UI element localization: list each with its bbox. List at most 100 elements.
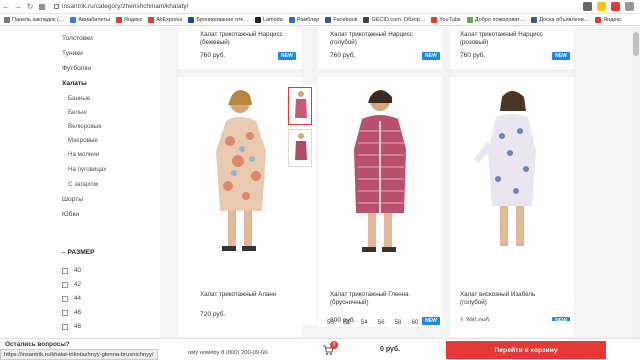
product-price: 720 руб. bbox=[200, 311, 226, 318]
bookmark-label: Яндекс bbox=[603, 16, 622, 23]
bookmark-item[interactable]: Бронирование оте… bbox=[188, 16, 249, 23]
category-link[interactable]: Футболки bbox=[62, 65, 91, 72]
product-title[interactable]: Халат трикотажный Нарцисс (голубой) bbox=[330, 31, 430, 47]
bookmark-label: YouTube bbox=[439, 16, 461, 23]
subcategory-link[interactable]: На пуговицах bbox=[68, 166, 106, 173]
scrollbar-thumb[interactable] bbox=[633, 32, 639, 56]
subcategory-link[interactable]: Велюровые bbox=[68, 123, 102, 130]
product-title[interactable]: Халат вискозный Изабель (голубой) bbox=[460, 291, 560, 307]
camera-icon[interactable] bbox=[583, 2, 592, 11]
extension-icon[interactable] bbox=[611, 2, 620, 11]
category-link[interactable]: Юбки bbox=[62, 211, 79, 218]
size-label[interactable]: 52 bbox=[344, 319, 351, 326]
questions-label[interactable]: Остались вопросы? bbox=[5, 341, 70, 348]
address-text: insantrik.ru/category/zhenshchinam/khala… bbox=[62, 3, 189, 10]
bookmark-item[interactable]: AliExpress bbox=[148, 16, 183, 23]
bookmark-item[interactable]: Добро пожаловат… bbox=[466, 16, 525, 23]
bookmark-item[interactable]: Панель закладок (… bbox=[4, 16, 65, 23]
apps-icon[interactable]: ▦ bbox=[36, 1, 48, 13]
subcategory-link[interactable]: На молнии bbox=[68, 151, 99, 158]
subcategory-link[interactable]: Банные bbox=[68, 95, 90, 102]
bookmark-item[interactable]: Доска объявлени… bbox=[531, 16, 590, 23]
product-card[interactable] bbox=[450, 321, 574, 337]
product-card[interactable]: Халат трикотажный Нарцисс (голубой) 760 … bbox=[318, 27, 442, 69]
page: Толстовки Туники Футболки Халаты Банные … bbox=[0, 27, 640, 360]
size-label[interactable]: 56 bbox=[378, 319, 385, 326]
size-option[interactable]: 44 bbox=[62, 295, 81, 302]
bookmark-icon bbox=[288, 16, 295, 23]
bookmark-item[interactable]: Lamoda bbox=[254, 16, 283, 23]
scrollbar[interactable] bbox=[632, 27, 640, 360]
bookmark-label: Lamoda bbox=[262, 16, 283, 23]
bookmark-label: AliExpress bbox=[156, 16, 183, 23]
size-label[interactable]: 50 bbox=[327, 319, 334, 326]
category-link[interactable]: Шорты bbox=[62, 196, 83, 203]
bookmark-item[interactable]: GECID.com: Обзор… bbox=[363, 16, 425, 23]
bookmark-label: Facebook bbox=[333, 16, 358, 23]
reload-icon[interactable]: ↻ bbox=[24, 1, 36, 13]
size-option[interactable]: 46 bbox=[62, 309, 81, 316]
forward-icon[interactable]: → bbox=[12, 1, 24, 13]
bookmark-item[interactable]: YouTube bbox=[431, 16, 461, 23]
bottom-bar: Остались вопросы? https://insantrik.ru/k… bbox=[0, 338, 640, 360]
thumbnail-strip bbox=[284, 85, 316, 325]
category-link[interactable]: Толстовки bbox=[62, 35, 93, 42]
back-icon[interactable]: ← bbox=[0, 1, 12, 13]
thumbnail[interactable] bbox=[288, 129, 312, 167]
product-title[interactable]: Халат трикотажный Гленна (брусничный) bbox=[330, 291, 430, 307]
checkbox[interactable] bbox=[62, 309, 68, 316]
checkbox[interactable] bbox=[62, 295, 68, 302]
bookmark-label: Доска объявлени… bbox=[539, 16, 590, 23]
product-grid: Халат трикотажный Нарцисс (бежевый) 760 … bbox=[172, 27, 612, 360]
subcategory-link[interactable]: С запахом bbox=[68, 181, 98, 188]
subcategory-link[interactable]: Белые bbox=[68, 109, 87, 116]
bookmark-icon bbox=[254, 16, 261, 23]
bookmark-icon bbox=[148, 16, 155, 23]
bookmark-icon bbox=[363, 16, 370, 23]
size-option[interactable]: 48 bbox=[62, 323, 81, 330]
bookmark-label: Яндекс bbox=[123, 16, 143, 23]
bookmark-icon bbox=[431, 16, 438, 23]
product-card[interactable]: Халат трикотажный Нарцисс (бежевый) 760 … bbox=[178, 27, 302, 69]
category-link[interactable]: Туники bbox=[62, 50, 83, 57]
bookmark-item[interactable]: Яндекс bbox=[115, 16, 143, 23]
bookmark-icon bbox=[595, 16, 602, 23]
category-active[interactable]: Халаты bbox=[62, 80, 87, 87]
size-option[interactable]: 40 bbox=[62, 267, 81, 274]
product-title[interactable]: Халат трикотажный Нарцисс (розовый) bbox=[460, 31, 560, 47]
bookmark-item[interactable]: Facebook bbox=[325, 16, 358, 23]
bookmark-icon bbox=[70, 16, 77, 23]
bookmark-item[interactable]: Авиабилеты bbox=[70, 16, 110, 23]
product-card[interactable] bbox=[178, 321, 302, 337]
size-label[interactable]: 60 bbox=[411, 319, 418, 326]
bookmark-item[interactable]: Яндекс bbox=[595, 16, 622, 23]
checkbox[interactable] bbox=[62, 281, 68, 288]
status-url: https://insantrik.ru/khalat-trikotazhnyy… bbox=[0, 349, 158, 360]
subcategory-link[interactable]: Махровые bbox=[68, 137, 98, 144]
go-to-cart-button[interactable]: Перейти в корзину bbox=[446, 341, 606, 359]
product-card[interactable]: Халат трикотажный Нарцисс (розовый) 760 … bbox=[450, 27, 574, 69]
bookmark-item[interactable]: Рамблер bbox=[288, 16, 320, 23]
size-label[interactable]: 58 bbox=[395, 319, 402, 326]
product-image[interactable] bbox=[318, 81, 442, 261]
checkbox[interactable] bbox=[62, 323, 68, 330]
bookmark-icon bbox=[531, 16, 538, 23]
checkbox[interactable] bbox=[62, 267, 68, 274]
bookmark-label: Бронирование оте… bbox=[196, 16, 249, 23]
cart-count-badge: 0 bbox=[330, 341, 338, 349]
product-image[interactable] bbox=[450, 81, 574, 261]
size-label[interactable]: 54 bbox=[361, 319, 368, 326]
menu-icon[interactable] bbox=[625, 2, 634, 11]
product-title[interactable]: Халат трикотажный Нарцисс (бежевый) bbox=[200, 31, 296, 47]
size-option[interactable]: 42 bbox=[62, 281, 81, 288]
star-icon[interactable] bbox=[597, 2, 606, 11]
thumbnail[interactable] bbox=[288, 87, 312, 125]
bookmark-label: Панель закладок (… bbox=[12, 16, 65, 23]
product-card[interactable]: Халат вискозный Изабель (голубой) 1 390 … bbox=[450, 77, 574, 327]
product-title[interactable]: Халат трикотажный Аланн bbox=[200, 291, 296, 299]
bookmark-label: Рамблер bbox=[296, 16, 320, 23]
product-card-hovered[interactable]: Халат трикотажный Гленна (брусничный) 80… bbox=[318, 77, 442, 327]
address-bar[interactable]: insantrik.ru/category/zhenshchinam/khala… bbox=[54, 3, 188, 10]
size-filter-title[interactable]: – РАЗМЕР bbox=[62, 249, 95, 256]
product-price: 760 руб. bbox=[330, 52, 356, 59]
